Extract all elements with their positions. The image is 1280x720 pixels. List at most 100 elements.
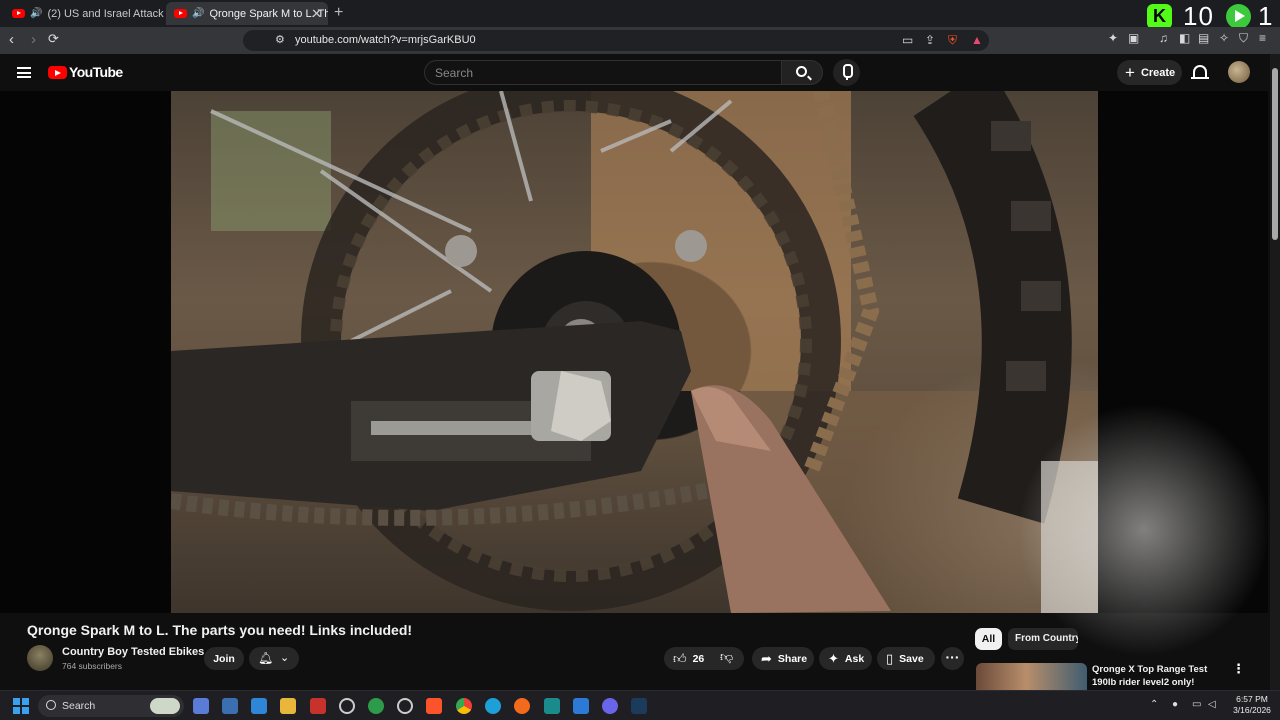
sidebar-icon[interactable]: ◧ — [1179, 31, 1190, 45]
search-icon — [796, 66, 807, 77]
chip-from-channel[interactable]: From Country Boy Tested Ebikes — [1008, 628, 1078, 650]
share-label: Share — [777, 652, 808, 665]
app-icon-5[interactable] — [368, 698, 384, 714]
channel-avatar[interactable] — [27, 645, 53, 671]
youtube-logo-text[interactable]: YouTube — [69, 64, 123, 80]
chevron-down-icon: ⌄ — [280, 652, 290, 664]
share-icon: ➦ — [761, 650, 772, 666]
site-info-icon[interactable]: ⚙ — [275, 33, 285, 46]
like-count: 26 — [692, 652, 705, 665]
edge-icon[interactable] — [485, 698, 501, 714]
notifications-bell-icon[interactable] — [1191, 65, 1209, 79]
url-text: youtube.com/watch?v=mrjsGarKBU0 — [295, 34, 476, 46]
taskbar-search-label: Search — [62, 700, 96, 712]
close-icon[interactable]: ✕ — [311, 6, 322, 22]
file-explorer-icon[interactable] — [280, 698, 296, 714]
brave-rewards-icon[interactable]: ▲ — [971, 33, 983, 47]
steam-icon[interactable] — [631, 698, 647, 714]
search-input[interactable] — [425, 61, 781, 84]
youtube-favicon-icon — [12, 9, 25, 18]
volume-icon[interactable]: ◁ — [1208, 699, 1216, 710]
bookmark-icon: ▯ — [886, 650, 894, 666]
kick-logo-icon: K — [1147, 4, 1172, 29]
chrome-icon[interactable] — [456, 698, 472, 714]
bell-icon: 🔔︎ — [258, 651, 274, 665]
video-frame[interactable] — [171, 91, 1098, 613]
app-icon-2[interactable] — [251, 698, 267, 714]
cast-icon[interactable]: ▭ — [902, 33, 913, 47]
youtube-favicon-icon — [174, 9, 187, 18]
arduino-icon[interactable] — [544, 698, 560, 714]
brave-shields-icon[interactable]: ⛨ — [948, 33, 957, 48]
reload-icon[interactable]: ⟳ — [48, 31, 59, 47]
screenshot-icon[interactable]: ▣ — [1128, 31, 1139, 45]
save-label: Save — [899, 652, 924, 665]
sparkle-icon: ✦ — [828, 650, 839, 666]
scrollbar-thumb[interactable] — [1272, 68, 1278, 240]
menu-icon[interactable]: ≡ — [1259, 31, 1266, 45]
address-bar[interactable]: ⚙ youtube.com/watch?v=mrjsGarKBU0 ▭ ⇪ ⛨ … — [243, 30, 989, 51]
create-label: Create — [1140, 66, 1176, 79]
app-icon-1[interactable] — [222, 698, 238, 714]
tray-chevron-icon[interactable]: ⌃ — [1150, 699, 1158, 710]
taskbar-time: 6:57 PM — [1236, 694, 1268, 704]
app-icon-3[interactable] — [310, 698, 326, 714]
widgets-icon[interactable] — [193, 698, 209, 714]
save-button[interactable]: ▯ Save — [877, 647, 935, 670]
guide-menu-icon[interactable] — [17, 67, 31, 78]
search-input-wrapper[interactable] — [424, 60, 782, 85]
speaker-icon: 🔊 — [192, 8, 205, 19]
vscode-icon[interactable] — [573, 698, 589, 714]
speaker-icon: 🔊 — [30, 8, 43, 19]
forward-icon[interactable]: › — [31, 31, 36, 48]
search-icon — [46, 700, 56, 710]
discord-icon[interactable] — [602, 698, 618, 714]
brave-browser-icon[interactable] — [426, 698, 442, 714]
vpn-icon[interactable]: ⛉ — [1239, 31, 1248, 46]
share-button[interactable]: ➦ Share — [752, 647, 814, 670]
channel-name[interactable]: Country Boy Tested Ebikes — [62, 646, 204, 658]
recommendation-thumbnail[interactable] — [976, 663, 1087, 690]
video-player[interactable] — [0, 91, 1268, 613]
taskbar-search[interactable]: Search — [38, 695, 184, 717]
play-badge-icon — [1226, 4, 1251, 29]
leo-ai-icon[interactable]: ✧ — [1219, 31, 1229, 45]
thumbs-down-icon[interactable]: 👎︎ — [720, 649, 733, 665]
page-scrollbar[interactable] — [1270, 54, 1280, 690]
wallet-icon[interactable]: ▤ — [1198, 31, 1209, 45]
player-letterbox-left — [0, 91, 171, 613]
youtube-logo-icon[interactable] — [48, 66, 67, 79]
windows-start-icon[interactable] — [13, 698, 29, 714]
join-button[interactable]: Join — [204, 647, 244, 670]
app-icon-4[interactable] — [339, 698, 355, 714]
tray-app-icon[interactable]: ● — [1172, 699, 1178, 710]
network-icon[interactable]: ▭ — [1192, 699, 1201, 710]
new-tab-button[interactable]: + — [334, 4, 343, 22]
recommendation-menu-icon[interactable]: ⋮ — [1232, 661, 1245, 677]
tab-iran-live[interactable]: 🔊 (2) US and Israel Attack Iran - LIV — [4, 2, 164, 25]
youtube-header: YouTube + Create — [0, 54, 1280, 91]
tab-qronge-video[interactable]: 🔊 Qronge Spark M to L. The pa ✕ — [166, 2, 328, 25]
video-content-image — [171, 91, 1098, 613]
more-actions-button[interactable]: ··· — [941, 647, 964, 670]
recommendation-title[interactable]: Qronge X Top Range Test 190lb rider leve… — [1092, 663, 1232, 689]
taskbar-clock[interactable]: 6:57 PM 3/16/2026 — [1232, 694, 1272, 716]
notification-bell-button[interactable]: 🔔︎ ⌄ — [249, 647, 299, 670]
share-page-icon[interactable]: ⇪ — [925, 33, 935, 47]
search-button[interactable] — [781, 60, 823, 85]
voice-search-button[interactable] — [833, 59, 860, 86]
back-icon[interactable]: ‹ — [9, 31, 14, 48]
search-highlight-icon — [150, 698, 180, 714]
extensions-icon[interactable]: ✦ — [1108, 31, 1118, 45]
media-icon[interactable]: ♫ — [1159, 31, 1168, 45]
chip-all[interactable]: All — [975, 628, 1002, 650]
windows-taskbar: Search ⌃ ● ▭ ◁ 6:57 PM 3/16/2026 — [0, 690, 1280, 720]
ask-button[interactable]: ✦ Ask — [819, 647, 872, 670]
app-icon-6[interactable] — [397, 698, 413, 714]
subscriber-count: 764 subscribers — [62, 661, 123, 671]
account-avatar[interactable] — [1228, 61, 1250, 83]
firefox-icon[interactable] — [514, 698, 530, 714]
like-button[interactable]: 👍︎ 26 👎︎ — [664, 647, 744, 670]
create-button[interactable]: + Create — [1117, 60, 1182, 85]
thumbs-up-icon: 👍︎ — [673, 650, 687, 666]
